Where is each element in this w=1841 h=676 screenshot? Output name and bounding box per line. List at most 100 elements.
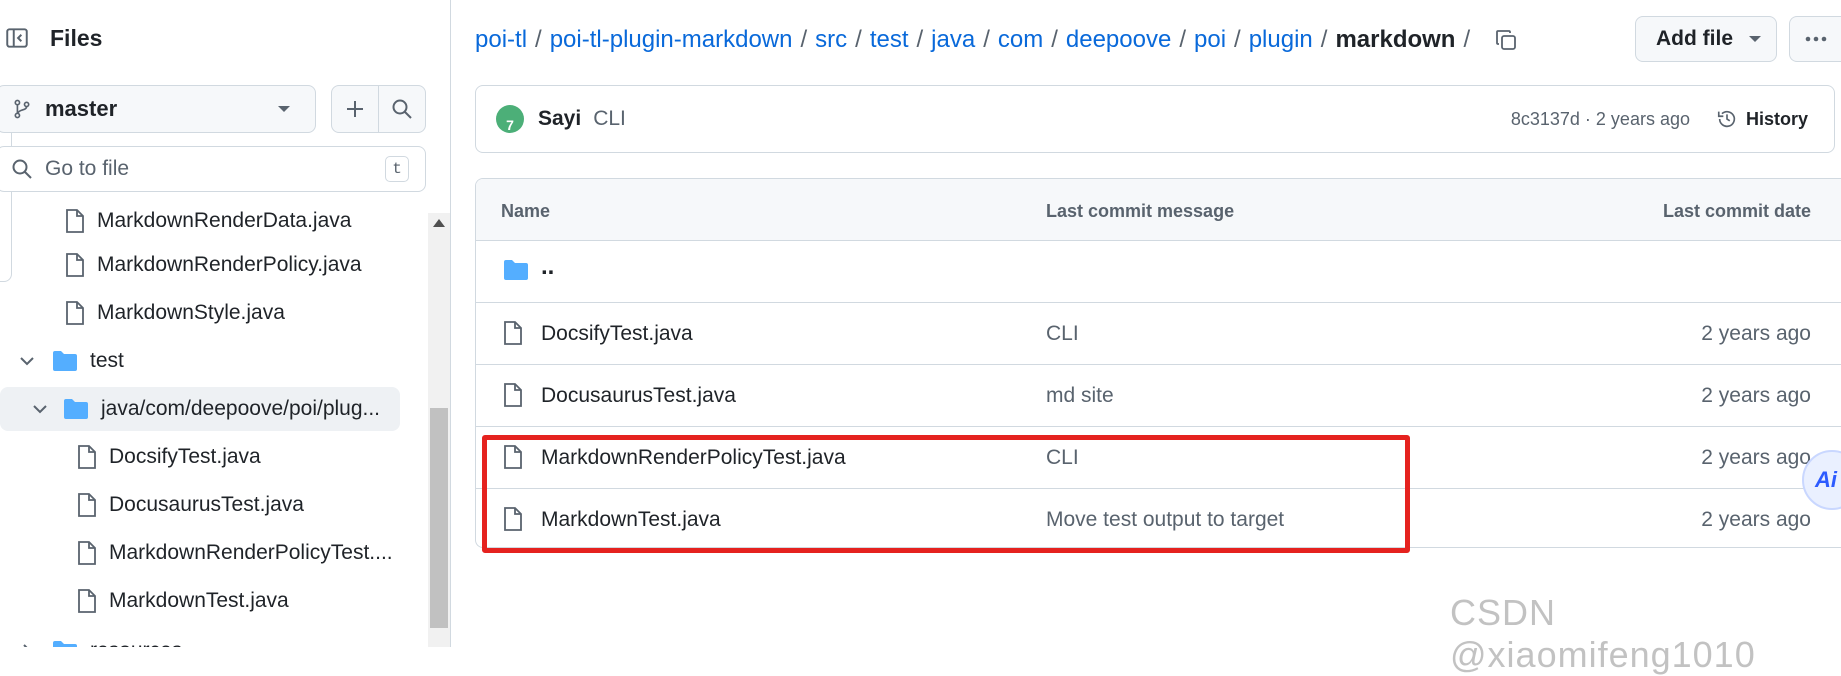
chevron-down-icon xyxy=(277,104,291,114)
file-icon xyxy=(77,493,97,517)
commit-message-link[interactable]: Move test output to target xyxy=(1046,508,1284,532)
avatar-letter: 7 xyxy=(506,117,514,133)
table-row[interactable]: DocsifyTest.java CLI 2 years ago xyxy=(476,303,1841,365)
breadcrumb-link[interactable]: poi-tl xyxy=(475,26,527,54)
add-file-button[interactable] xyxy=(331,85,379,133)
breadcrumb-separator: / xyxy=(855,26,862,53)
commit-date: 2 years ago xyxy=(1701,322,1811,345)
breadcrumb-separator: / xyxy=(535,26,542,53)
tree-item-label: test xyxy=(90,349,124,372)
scrollbar-thumb[interactable] xyxy=(430,408,448,628)
file-icon xyxy=(77,445,97,469)
chevron-right-icon xyxy=(18,642,36,647)
latest-commit-bar: 7 Sayi CLI 8c3137d · 2 years ago History xyxy=(475,85,1835,153)
table-row[interactable]: DocusaurusTest.java md site 2 years ago xyxy=(476,365,1841,427)
breadcrumb-link[interactable]: com xyxy=(998,26,1043,54)
file-table: Name Last commit message Last commit dat… xyxy=(475,178,1841,548)
add-file-dropdown-button[interactable]: Add file xyxy=(1635,16,1777,62)
folder-open-icon xyxy=(63,398,89,420)
file-icon xyxy=(65,253,85,277)
tree-item-label: resources xyxy=(90,639,182,647)
file-icon xyxy=(77,541,97,565)
tree-item-folder-active[interactable]: java/com/deepoove/poi/plug... xyxy=(0,387,400,431)
tree-item-folder-resources[interactable]: resources xyxy=(18,629,182,647)
breadcrumb-link[interactable]: java xyxy=(931,26,975,54)
file-icon xyxy=(503,445,523,469)
breadcrumb: poi-tl / poi-tl-plugin-markdown / src / tes… xyxy=(475,20,1518,60)
scroll-up-arrow-icon[interactable] xyxy=(433,219,445,227)
commit-author[interactable]: Sayi xyxy=(538,107,581,131)
file-tree: MarkdownRenderData.java MarkdownRenderPo… xyxy=(0,205,426,647)
breadcrumb-link[interactable]: deepoove xyxy=(1066,26,1171,54)
breadcrumb-link[interactable]: test xyxy=(870,26,909,54)
commit-message-link[interactable]: CLI xyxy=(1046,322,1079,346)
file-icon xyxy=(503,383,523,407)
file-name-link[interactable]: MarkdownRenderPolicyTest.java xyxy=(541,446,846,470)
tree-item-label: MarkdownRenderPolicy.java xyxy=(97,253,362,276)
more-options-button[interactable] xyxy=(1789,16,1841,62)
tree-item-file[interactable]: DocusaurusTest.java xyxy=(77,483,304,527)
tree-item-label: DocusaurusTest.java xyxy=(109,493,304,516)
table-row[interactable]: MarkdownRenderPolicyTest.java CLI 2 year… xyxy=(476,427,1841,489)
watermark: CSDN @xiaomifeng1010 xyxy=(1450,592,1756,675)
sidebar-title: Files xyxy=(50,24,103,51)
breadcrumb-separator: / xyxy=(983,26,990,53)
file-icon xyxy=(65,301,85,325)
ai-assistant-icon: Ai xyxy=(1815,467,1837,492)
history-icon xyxy=(1716,108,1738,130)
chevron-down-icon xyxy=(18,352,36,370)
table-header: Name Last commit message Last commit dat… xyxy=(476,179,1841,241)
folder-icon xyxy=(52,640,78,647)
tree-item-file[interactable]: MarkdownRenderPolicy.java xyxy=(65,243,362,287)
table-row[interactable]: MarkdownTest.java Move test output to ta… xyxy=(476,489,1841,547)
git-branch-icon xyxy=(11,98,33,120)
collapse-sidebar-icon[interactable] xyxy=(0,21,34,55)
sidebar-scrollbar[interactable] xyxy=(428,213,450,647)
commit-message[interactable]: CLI xyxy=(593,107,626,131)
breadcrumb-link[interactable]: poi-tl-plugin-markdown xyxy=(550,26,793,54)
breadcrumb-link[interactable]: poi xyxy=(1194,26,1226,54)
search-icon xyxy=(391,98,413,120)
go-to-file-input[interactable] xyxy=(43,156,377,182)
column-header-name: Name xyxy=(501,201,551,221)
kebab-horizontal-icon xyxy=(1805,36,1827,42)
breadcrumb-link[interactable]: src xyxy=(815,26,847,54)
commit-message-link[interactable]: md site xyxy=(1046,384,1114,408)
search-code-button[interactable] xyxy=(378,85,426,133)
keyboard-shortcut-hint: t xyxy=(385,156,409,182)
file-name-link[interactable]: DocusaurusTest.java xyxy=(541,384,736,408)
commit-hash-date[interactable]: 8c3137d · 2 years ago xyxy=(1511,109,1690,130)
tree-item-label: MarkdownTest.java xyxy=(109,589,289,612)
folder-open-icon xyxy=(52,350,78,372)
column-header-date: Last commit date xyxy=(1662,201,1811,221)
tree-item-file[interactable]: MarkdownTest.java xyxy=(77,579,289,623)
branch-name: master xyxy=(45,96,118,121)
commit-message-link[interactable]: CLI xyxy=(1046,446,1079,470)
tree-item-file[interactable]: MarkdownRenderPolicyTest.... xyxy=(77,531,393,575)
search-icon xyxy=(11,158,33,180)
tree-item-file[interactable]: MarkdownRenderData.java xyxy=(65,205,351,243)
history-button[interactable]: History xyxy=(1716,108,1808,130)
tree-item-file[interactable]: MarkdownStyle.java xyxy=(65,291,285,335)
breadcrumb-current: markdown xyxy=(1335,26,1456,53)
go-to-file-field[interactable]: t xyxy=(0,146,426,192)
branch-selector-button[interactable]: master xyxy=(0,85,316,133)
file-icon xyxy=(503,321,523,345)
chevron-down-icon xyxy=(31,400,49,418)
tree-item-file[interactable]: DocsifyTest.java xyxy=(77,435,261,479)
history-label: History xyxy=(1745,108,1808,129)
breadcrumb-separator: / xyxy=(1234,26,1241,53)
copy-path-icon[interactable] xyxy=(1494,28,1518,52)
avatar[interactable]: 7 xyxy=(496,105,524,133)
tree-item-label: java/com/deepoove/poi/plug... xyxy=(101,397,381,420)
parent-directory-link[interactable]: .. xyxy=(541,253,554,281)
tree-item-folder-test[interactable]: test xyxy=(18,339,124,383)
file-name-link[interactable]: MarkdownTest.java xyxy=(541,508,721,532)
column-header-message: Last commit message xyxy=(1046,201,1235,221)
file-name-link[interactable]: DocsifyTest.java xyxy=(541,322,693,346)
commit-date: 2 years ago xyxy=(1701,446,1811,469)
breadcrumb-separator: / xyxy=(1463,26,1471,53)
file-icon xyxy=(65,209,85,233)
breadcrumb-link[interactable]: plugin xyxy=(1249,26,1313,54)
table-row-parent-directory[interactable]: .. xyxy=(476,241,1841,303)
